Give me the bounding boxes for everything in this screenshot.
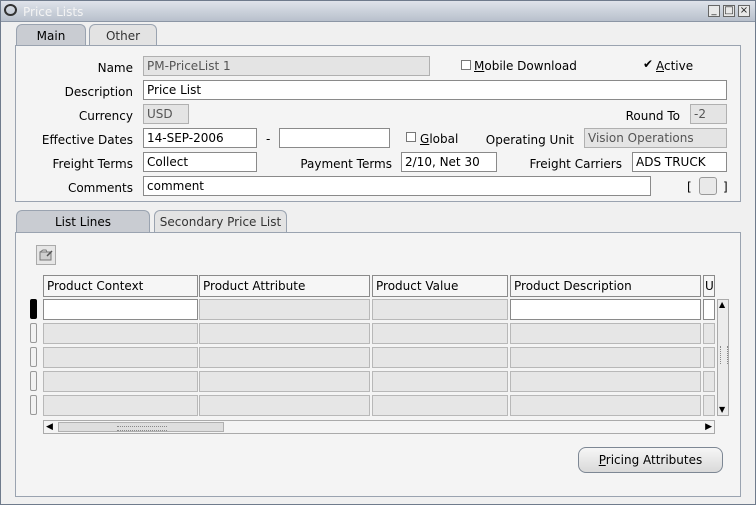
pricing-attributes-button[interactable]: Pricing Attributes <box>578 447 723 473</box>
scroll-down-icon[interactable]: ▼ <box>719 406 725 414</box>
row-indicator[interactable] <box>30 371 37 391</box>
oracle-logo-icon <box>4 4 17 16</box>
tab-list-lines[interactable]: List Lines <box>16 210 150 232</box>
global-label: Global <box>420 132 459 146</box>
payment-terms-field[interactable]: 2/10, Net 30 <box>401 152 497 172</box>
comments-label: Comments <box>67 181 133 195</box>
table-cell[interactable] <box>43 299 198 320</box>
freight-carriers-field[interactable]: ADS TRUCK <box>632 152 727 172</box>
active-label: Active <box>656 59 694 73</box>
scroll-right-icon[interactable]: ▶ <box>705 422 712 432</box>
mobile-download-checkbox[interactable] <box>461 60 471 70</box>
table-cell[interactable] <box>703 395 715 416</box>
table-cell[interactable] <box>510 299 701 320</box>
table-cell[interactable] <box>703 299 715 320</box>
column-header-product-value[interactable]: Product Value <box>372 275 508 297</box>
effective-to-field[interactable] <box>279 128 390 148</box>
freight-terms-label: Freight Terms <box>52 157 134 171</box>
horizontal-scroll-thumb[interactable] <box>58 422 224 432</box>
row-indicator[interactable] <box>30 347 37 367</box>
table-cell[interactable] <box>43 323 198 344</box>
effective-from-field[interactable]: 14-SEP-2006 <box>143 128 257 148</box>
row-indicator[interactable] <box>30 395 37 415</box>
name-label: Name <box>97 61 133 75</box>
row-indicator[interactable] <box>30 299 37 319</box>
table-cell[interactable] <box>43 395 198 416</box>
currency-field[interactable]: USD <box>143 104 189 124</box>
description-label: Description <box>64 85 133 99</box>
scroll-grip-horizontal-icon <box>117 426 167 431</box>
currency-label: Currency <box>78 109 133 123</box>
scroll-up-icon[interactable]: ▲ <box>719 301 725 309</box>
pricing-attributes-label: Pricing Attributes <box>598 453 703 467</box>
row-indicator[interactable] <box>30 323 37 343</box>
table-cell[interactable] <box>372 347 508 368</box>
price-lists-window: Price Lists _ □ × Main Other Name PM-Pri… <box>0 0 756 505</box>
table-cell[interactable] <box>43 347 198 368</box>
tab-secondary-price-list[interactable]: Secondary Price List <box>154 210 287 232</box>
table-cell[interactable] <box>199 371 370 392</box>
table-cell[interactable] <box>703 323 715 344</box>
table-cell[interactable] <box>372 395 508 416</box>
column-header-product-description[interactable]: Product Description <box>510 275 701 297</box>
table-cell[interactable] <box>703 371 715 392</box>
column-header-product-context[interactable]: Product Context <box>43 275 198 297</box>
descriptive-flexfield-button[interactable] <box>699 177 717 195</box>
horizontal-scrollbar[interactable]: ◀ ▶ <box>43 420 715 434</box>
table-cell[interactable] <box>199 299 370 320</box>
column-header-u[interactable]: U <box>703 275 715 297</box>
folder-icon <box>39 249 53 261</box>
bracket-left: [ <box>687 180 692 194</box>
scroll-left-icon[interactable]: ◀ <box>46 422 53 432</box>
comments-field[interactable]: comment <box>143 176 651 196</box>
freight-terms-field[interactable]: Collect <box>143 152 257 172</box>
round-to-label: Round To <box>625 109 680 123</box>
description-field[interactable]: Price List <box>143 80 727 100</box>
date-separator: - <box>266 132 271 146</box>
mobile-download-label: Mobile Download <box>474 59 577 73</box>
column-header-product-attribute[interactable]: Product Attribute <box>199 275 370 297</box>
table-cell[interactable] <box>510 323 701 344</box>
table-cell[interactable] <box>199 323 370 344</box>
tab-other[interactable]: Other <box>89 24 157 46</box>
scroll-grip-icon[interactable] <box>720 346 728 364</box>
payment-terms-label: Payment Terms <box>300 157 392 171</box>
effective-dates-label: Effective Dates <box>41 133 133 147</box>
operating-unit-field[interactable]: Vision Operations <box>584 128 727 148</box>
window-title: Price Lists <box>23 5 84 19</box>
freight-carriers-label: Freight Carriers <box>529 157 622 171</box>
table-cell[interactable] <box>199 347 370 368</box>
vertical-scrollbar[interactable]: ▲ ▼ <box>717 299 729 416</box>
minimize-button[interactable]: _ <box>708 5 720 17</box>
global-checkbox[interactable] <box>406 132 416 142</box>
round-to-field[interactable]: -2 <box>690 104 727 124</box>
tab-main[interactable]: Main <box>16 24 86 46</box>
table-cell[interactable] <box>510 347 701 368</box>
operating-unit-label: Operating Unit <box>485 133 574 147</box>
table-cell[interactable] <box>510 371 701 392</box>
name-field[interactable]: PM-PriceList 1 <box>143 56 430 76</box>
table-cell[interactable] <box>43 371 198 392</box>
maximize-button[interactable]: □ <box>723 5 735 17</box>
table-cell[interactable] <box>703 347 715 368</box>
active-checkbox[interactable]: ✔ <box>643 58 653 70</box>
title-bar: Price Lists _ □ × <box>1 1 755 22</box>
table-cell[interactable] <box>199 395 370 416</box>
table-cell[interactable] <box>372 299 508 320</box>
table-cell[interactable] <box>510 395 701 416</box>
table-cell[interactable] <box>372 323 508 344</box>
folder-tools-button[interactable] <box>36 245 56 265</box>
table-cell[interactable] <box>372 371 508 392</box>
bracket-right: ] <box>723 180 728 194</box>
close-button[interactable]: × <box>738 5 750 17</box>
